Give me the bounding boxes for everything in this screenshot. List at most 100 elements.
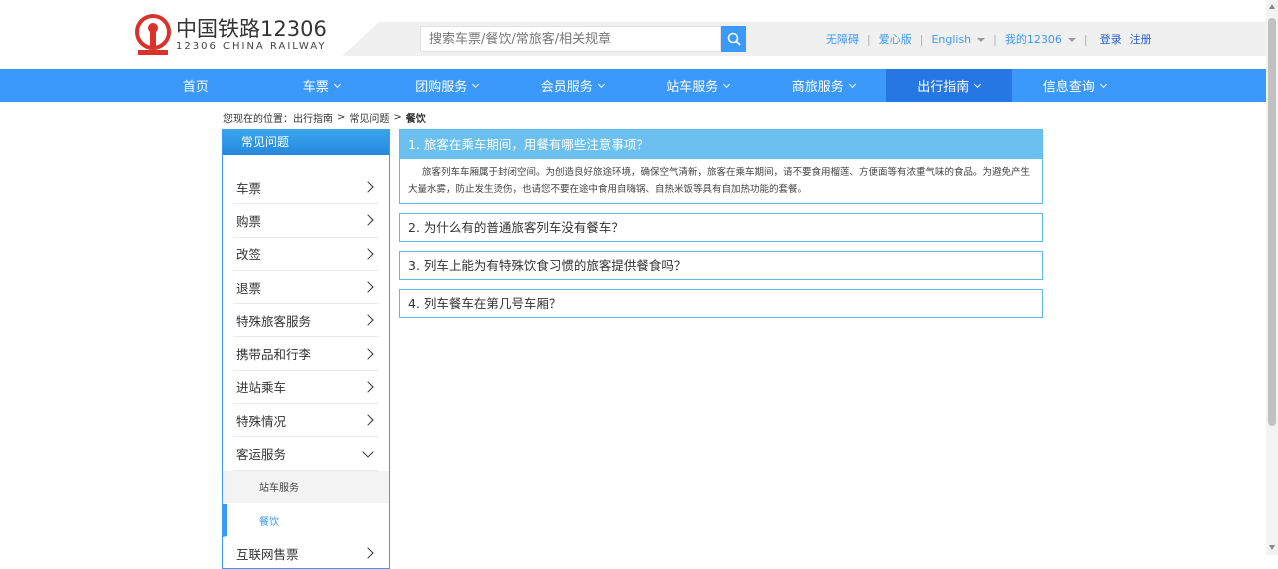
chevron-right-icon [362, 414, 374, 426]
faq-item[interactable]: 4. 列车餐车在第几号车厢？ [399, 289, 1043, 318]
sidebar-item[interactable]: 进站乘车 [233, 371, 379, 405]
scroll-down-arrow-icon[interactable] [1269, 545, 1275, 550]
sidebar-item[interactable]: 改签 [233, 238, 379, 271]
my12306-label: 我的12306 [1004, 33, 1062, 46]
chevron-down-icon [974, 80, 982, 88]
divider: | [993, 32, 997, 46]
sidebar-item-label: 车票 [236, 180, 262, 196]
nav-label: 出行指南 [917, 80, 970, 95]
nav-item-home[interactable]: 首页 [133, 69, 259, 102]
chevron-right-icon [362, 381, 374, 393]
chevron-down-icon [362, 445, 374, 458]
sidebar-item[interactable]: 特殊情况 [233, 404, 379, 438]
sidebar-item[interactable]: 携带品和行李 [233, 337, 379, 371]
logo-text: 中国铁路12306 12306 CHINA RAILWAY [176, 17, 327, 53]
breadcrumb-link[interactable]: 出行指南 [293, 110, 333, 125]
nav-label: 团购服务 [415, 80, 468, 95]
site-header: 中国铁路12306 12306 CHINA RAILWAY 无障碍 | 爱心版 … [0, 0, 1266, 69]
sidebar-item-label: 特殊旅客服务 [236, 313, 312, 329]
divider: | [919, 32, 924, 46]
sidebar-item[interactable]: 特殊旅客服务 [233, 304, 379, 338]
search-button[interactable] [721, 26, 746, 52]
faq-item[interactable]: 2. 为什么有的普通旅客列车没有餐车？ [399, 213, 1043, 242]
faq-answer: 旅客列车车厢属于封闭空间。为创造良好旅途环境，确保空气清新，旅客在乘车期间，请不… [408, 167, 1031, 195]
sidebar-item-label: 携带品和行李 [236, 347, 312, 363]
search-box [420, 26, 721, 52]
sidebar-item-label: 客运服务 [236, 447, 287, 463]
chevron-down-icon [333, 80, 341, 88]
top-links: 无障碍 | 爱心版 | English | 我的12306 | 登录 注册 [826, 31, 1152, 47]
nav-item-station[interactable]: 站车服务 [635, 69, 761, 102]
chevron-right-icon [362, 248, 374, 260]
caret-down-icon [1067, 38, 1076, 42]
nav-label: 首页 [182, 80, 209, 95]
breadcrumb-sep: > [337, 112, 346, 123]
sidebar-item-label: 购票 [236, 213, 262, 229]
sidebar-item[interactable]: 互联网售票 [233, 537, 379, 568]
sidebar-subitem-active[interactable]: 餐饮 [223, 503, 389, 538]
chevron-right-icon [362, 214, 374, 227]
divider: | [867, 32, 871, 46]
faq-question[interactable]: 1. 旅客在乘车期间，用餐有哪些注意事项？ [400, 130, 1042, 159]
breadcrumb-link[interactable]: 常见问题 [349, 110, 389, 125]
chevron-right-icon [362, 547, 374, 560]
sidebar-item-expanded[interactable]: 客运服务 [233, 437, 379, 471]
caret-down-icon [977, 37, 986, 42]
nav-item-member[interactable]: 会员服务 [510, 69, 636, 102]
care-version-link[interactable]: 爱心版 [879, 31, 912, 47]
accessible-link[interactable]: 无障碍 [826, 31, 859, 47]
sidebar-item[interactable]: 车票 [233, 171, 379, 205]
sidebar-item[interactable]: 退票 [233, 271, 379, 305]
logo-title: 中国铁路12306 [176, 17, 327, 41]
sidebar-list: 车票 购票 改签 退票 特殊旅客服务 携带品和行李 进站乘车 特殊情况 客运服务… [223, 171, 389, 568]
scroll-up-arrow-icon[interactable] [1269, 4, 1275, 9]
nav-item-business[interactable]: 商旅服务 [761, 69, 887, 102]
sidebar-item-label: 互联网售票 [236, 546, 299, 562]
railway-logo-icon [135, 14, 171, 55]
search-icon [727, 32, 741, 46]
faq-item-expanded: 1. 旅客在乘车期间，用餐有哪些注意事项？ 旅客列车车厢属于封闭空间。为创造良好… [399, 129, 1043, 204]
chevron-down-icon [597, 80, 605, 88]
nav-item-group[interactable]: 团购服务 [384, 69, 510, 102]
faq-sidebar: 常见问题 车票 购票 改签 退票 特殊旅客服务 携带品和行李 进站乘车 特殊情况… [222, 129, 390, 569]
breadcrumb: 您现在的位置： 出行指南 > 常见问题 > 餐饮 [223, 110, 426, 125]
language-label: English [931, 32, 972, 46]
chevron-right-icon [362, 347, 374, 360]
sidebar-item-label: 改签 [236, 247, 262, 263]
nav-item-guide[interactable]: 出行指南 [886, 69, 1012, 102]
nav-label: 信息查询 [1042, 80, 1095, 95]
search-input[interactable] [421, 27, 720, 51]
main-nav: 首页 车票 团购服务 会员服务 站车服务 商旅服务 出行指南 信息查询 [0, 69, 1266, 102]
sidebar-item-label: 进站乘车 [236, 380, 287, 396]
logo[interactable]: 中国铁路12306 12306 CHINA RAILWAY [134, 14, 327, 56]
chevron-right-icon [362, 314, 374, 326]
register-link[interactable]: 注册 [1130, 31, 1152, 47]
chevron-down-icon [472, 80, 480, 88]
nav-label: 车票 [302, 80, 329, 95]
scrollbar-thumb[interactable] [1268, 18, 1276, 426]
language-select[interactable]: English [931, 32, 986, 46]
sidebar-subitem[interactable]: 站车服务 [223, 470, 389, 504]
breadcrumb-sep: > [393, 112, 402, 123]
divider: | [1083, 32, 1088, 46]
chevron-right-icon [362, 281, 374, 293]
sidebar-item-label: 退票 [236, 280, 262, 296]
nav-label: 商旅服务 [791, 80, 844, 95]
sidebar-item-label: 特殊情况 [236, 413, 287, 429]
nav-item-tickets[interactable]: 车票 [259, 69, 385, 102]
my12306-menu[interactable]: 我的12306 [1005, 31, 1076, 47]
nav-item-info[interactable]: 信息查询 [1012, 69, 1138, 102]
chevron-down-icon [848, 80, 856, 88]
faq-item[interactable]: 3. 列车上能为有特殊饮食习惯的旅客提供餐食吗？ [399, 251, 1043, 280]
chevron-down-icon [723, 80, 731, 88]
chevron-right-icon [362, 181, 374, 193]
login-link[interactable]: 登录 [1100, 31, 1122, 47]
nav-label: 会员服务 [540, 80, 593, 95]
breadcrumb-prefix: 您现在的位置： [223, 114, 293, 125]
nav-label: 站车服务 [666, 80, 719, 95]
sidebar-item[interactable]: 购票 [233, 204, 379, 238]
sidebar-title: 常见问题 [223, 129, 389, 155]
logo-subtitle: 12306 CHINA RAILWAY [176, 41, 327, 52]
page-scrollbar[interactable] [1266, 0, 1278, 555]
chevron-down-icon [1099, 80, 1107, 88]
